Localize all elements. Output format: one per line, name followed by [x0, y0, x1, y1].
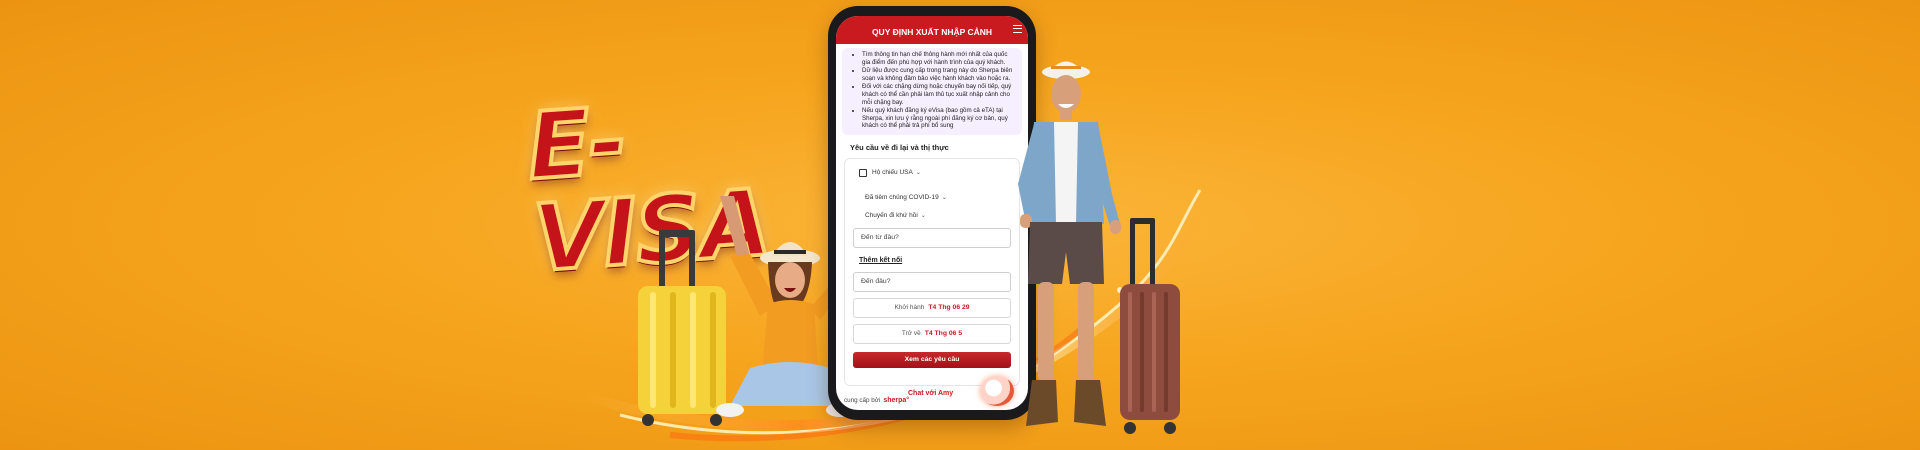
menu-icon[interactable] — [1013, 25, 1022, 33]
return-label: Trở về — [901, 330, 921, 338]
note-item: Tìm thông tin hạn chế thông hành mới nhấ… — [862, 51, 1016, 66]
sherpa-logo: sherpa° — [883, 397, 910, 404]
destination-input[interactable]: Đến đâu? — [853, 271, 1011, 292]
passport-select[interactable]: Hộ chiếu USA ⌄ — [859, 167, 1019, 179]
chevron-down-icon: ⌄ — [941, 195, 947, 202]
origin-input[interactable]: Đến từ đâu? — [853, 227, 1011, 248]
chevron-down-icon: ⌄ — [915, 170, 921, 177]
chat-with-amy-link[interactable]: Chat với Amy — [908, 390, 953, 397]
depart-date: T4 Thg 06 29 — [928, 304, 970, 312]
add-connection-link[interactable]: Thêm kết nối — [859, 257, 1019, 264]
return-date: T4 Thg 06 5 — [924, 330, 963, 338]
evisa-headline: E-VISA — [522, 82, 812, 294]
powered-by: cung cấp bởi sherpa° — [844, 397, 909, 404]
requirements-form: Hộ chiếu USA ⌄ Đã tiêm chủng COVID-19 ⌄ … — [844, 157, 1020, 386]
trip-type-label: Chuyến đi khứ hồi — [865, 212, 918, 220]
chevron-down-icon: ⌄ — [920, 213, 926, 220]
passport-box-icon — [859, 168, 867, 177]
app-header-title: QUY ĐỊNH XUẤT NHẬP CẢNH — [871, 27, 993, 37]
section-title: Yêu cầu về đi lại và thị thực — [850, 142, 949, 152]
travel-notes: Tìm thông tin hạn chế thông hành mới nhấ… — [842, 48, 1022, 135]
phone-mockup: QUY ĐỊNH XUẤT NHẬP CẢNH Tìm thông tin hạ… — [828, 6, 1036, 420]
phone-screen: QUY ĐỊNH XUẤT NHẬP CẢNH Tìm thông tin hạ… — [836, 16, 1028, 410]
note-item: Đối với các chặng dừng hoặc chuyến bay n… — [862, 83, 1016, 106]
vaccine-label: Đã tiêm chủng COVID-19 — [865, 194, 939, 202]
trip-type-select[interactable]: Chuyến đi khứ hồi ⌄ — [865, 210, 1019, 222]
depart-date-picker[interactable]: Khởi hành T4 Thg 06 29 — [853, 297, 1011, 318]
note-item: Dữ liệu được cung cấp trong trang này do… — [862, 67, 1016, 82]
man-illustration — [1018, 61, 1121, 426]
note-item: Nếu quý khách đăng ký eVisa (bao gồm cả … — [862, 107, 1016, 130]
return-date-picker[interactable]: Trở về T4 Thg 06 5 — [853, 323, 1011, 344]
brown-suitcase-illustration — [1120, 218, 1180, 434]
origin-placeholder: Đến từ đâu? — [861, 234, 899, 242]
vaccine-select[interactable]: Đã tiêm chủng COVID-19 ⌄ — [865, 192, 1019, 204]
powered-by-prefix: cung cấp bởi — [844, 397, 881, 404]
depart-label: Khởi hành — [894, 304, 925, 312]
destination-placeholder: Đến đâu? — [861, 278, 891, 286]
passport-label: Hộ chiếu USA — [872, 169, 913, 177]
app-header: QUY ĐỊNH XUẤT NHẬP CẢNH — [836, 16, 1028, 44]
view-requirements-button[interactable]: Xem các yêu cầu — [853, 351, 1011, 368]
